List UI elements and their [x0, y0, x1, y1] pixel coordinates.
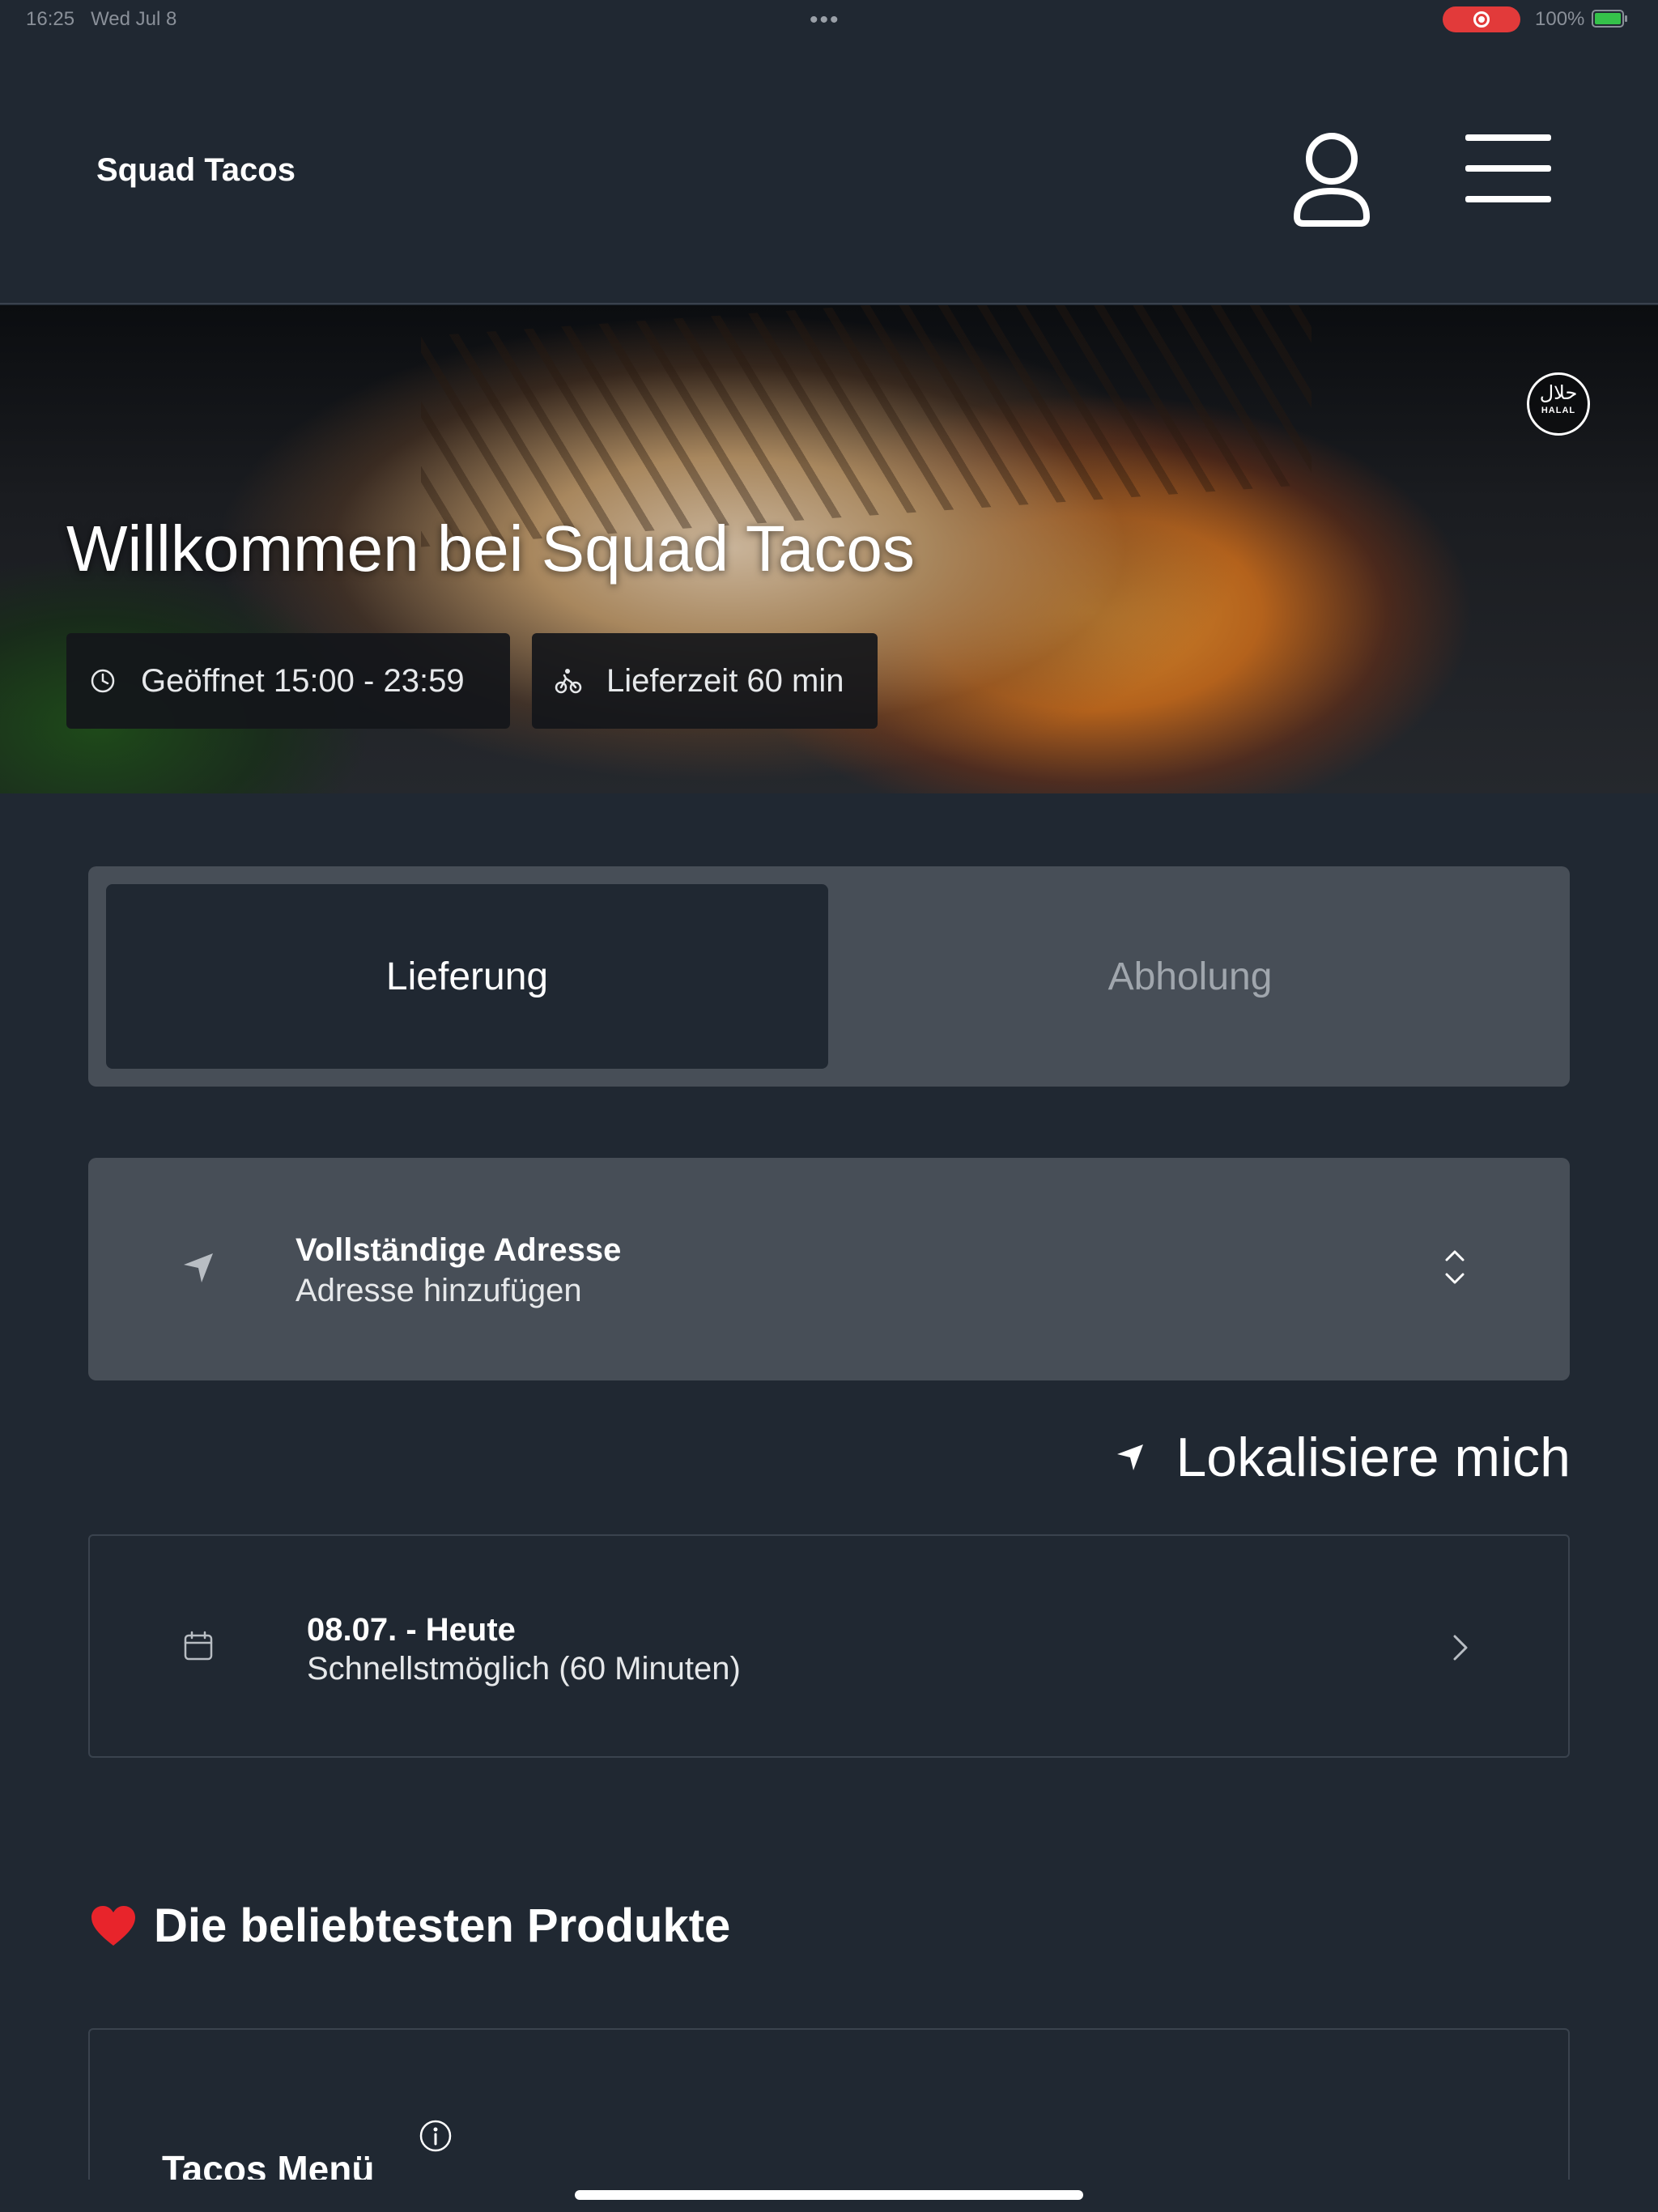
chevron-right-icon: [1453, 1635, 1468, 1661]
bike-courier-icon: [555, 669, 582, 694]
user-icon: [1294, 133, 1370, 227]
opening-hours-chip: Geöffnet 15:00 - 23:59: [66, 633, 510, 729]
chevron-up-down-icon: [1445, 1250, 1465, 1284]
delivery-time-text: Lieferzeit 60 min: [606, 662, 844, 699]
delivery-time-chip: Lieferzeit 60 min: [532, 633, 878, 729]
status-time: 16:25 Wed Jul 8: [26, 8, 177, 30]
popular-products-heading: Die beliebtesten Produkte: [89, 1899, 730, 1953]
brand-name[interactable]: Squad Tacos: [96, 152, 295, 189]
battery-icon: [1592, 10, 1627, 28]
battery-percentage: 100%: [1535, 8, 1585, 30]
hero-food-image: [421, 305, 1312, 547]
hamburger-menu-icon[interactable]: [1465, 134, 1551, 207]
halal-badge: حلال HALAL: [1527, 372, 1590, 436]
delivery-time-selector[interactable]: 08.07. - Heute Schnellstmöglich (60 Minu…: [88, 1534, 1570, 1758]
address-placeholder: Adresse hinzufügen: [295, 1273, 582, 1308]
address-selector[interactable]: Vollständige Adresse Adresse hinzufügen: [88, 1158, 1570, 1380]
order-type-toggle: Lieferung Abholung: [88, 866, 1570, 1087]
locate-me-label: Lokalisiere mich: [1175, 1427, 1571, 1488]
locate-me-button[interactable]: Lokalisiere mich: [1106, 1425, 1571, 1490]
hero-title: Willkommen bei Squad Tacos: [66, 513, 915, 585]
info-icon[interactable]: [419, 2119, 453, 2153]
heart-icon: [91, 1905, 135, 1946]
tab-pickup[interactable]: Abholung: [829, 884, 1551, 1069]
location-arrow-icon: [1117, 1444, 1144, 1470]
location-arrow-icon: [184, 1253, 213, 1283]
screen-record-icon: [1443, 6, 1520, 32]
opening-hours-text: Geöffnet 15:00 - 23:59: [141, 662, 465, 699]
app-header: Squad Tacos: [0, 37, 1658, 304]
schedule-time: Schnellstmöglich (60 Minuten): [307, 1651, 741, 1687]
address-title: Vollständige Adresse: [295, 1232, 622, 1268]
multitasking-dots-icon[interactable]: •••: [810, 6, 840, 34]
profile-button[interactable]: [1287, 126, 1376, 232]
schedule-date: 08.07. - Heute: [307, 1612, 516, 1648]
clock-icon: [91, 669, 115, 693]
hero-banner: حلال HALAL Willkommen bei Squad Tacos Ge…: [0, 305, 1658, 793]
status-bar: 16:25 Wed Jul 8 ••• 100%: [0, 0, 1658, 37]
home-indicator[interactable]: [575, 2190, 1083, 2200]
tab-delivery[interactable]: Lieferung: [106, 884, 828, 1069]
popular-products-title: Die beliebtesten Produkte: [154, 1899, 731, 1952]
calendar-icon: [184, 1631, 213, 1661]
